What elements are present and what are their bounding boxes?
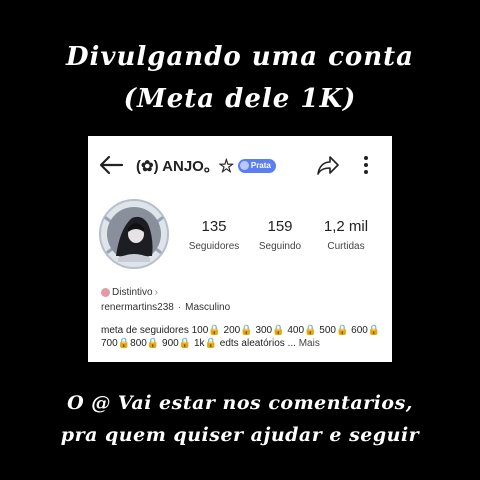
prata-badge[interactable]: Prata (237, 158, 276, 173)
profile-bio: meta de seguidores 100🔒 200🔒 300🔒 400🔒 5… (101, 324, 386, 350)
profile-username: renermartins238 (101, 302, 174, 313)
overlay-title-line1: Divulgando uma conta (65, 42, 415, 72)
chevron-right-icon: › (154, 287, 158, 298)
distintivo-label: Distintivo (112, 287, 153, 298)
overlay-caption-line2: pra quem quiser ajudar e seguir (60, 424, 420, 446)
bio-more-link[interactable]: Mais (299, 338, 320, 349)
bio-text: meta de seguidores 100🔒 200🔒 300🔒 400🔒 5… (101, 325, 381, 349)
more-vertical-icon[interactable] (360, 154, 372, 176)
overlay-caption-line1: O @ Vai estar nos comentarios, (67, 392, 413, 414)
profile-display-name: (✿) ANJO。☆ (136, 158, 234, 175)
overlay-title-line2: (Meta dele 1K) (123, 84, 357, 114)
profile-card: (✿) ANJO。☆ Prata 135 Seguidores 159 Segu… (88, 136, 392, 362)
stat-value: 1,2 mil (323, 218, 369, 235)
profile-meta-line: renermartins238 · Masculino (101, 302, 230, 313)
back-arrow-icon[interactable] (98, 154, 124, 176)
stat-curtidas[interactable]: 1,2 mil Curtidas (306, 218, 386, 252)
avatar-image (99, 199, 169, 269)
profile-name-row: (✿) ANJO。☆ Prata (136, 155, 276, 176)
avatar[interactable] (98, 198, 170, 270)
distintivo-link[interactable]: Distintivo › (101, 287, 158, 298)
badge-label: Prata (250, 161, 271, 170)
separator-dot: · (177, 302, 182, 313)
profile-gender: Masculino (185, 302, 231, 313)
profile-top-bar: (✿) ANJO。☆ Prata (88, 150, 392, 180)
stat-label: Curtidas (327, 241, 365, 252)
distintivo-icon (101, 288, 110, 297)
badge-icon (239, 161, 249, 170)
share-icon[interactable] (316, 154, 340, 176)
